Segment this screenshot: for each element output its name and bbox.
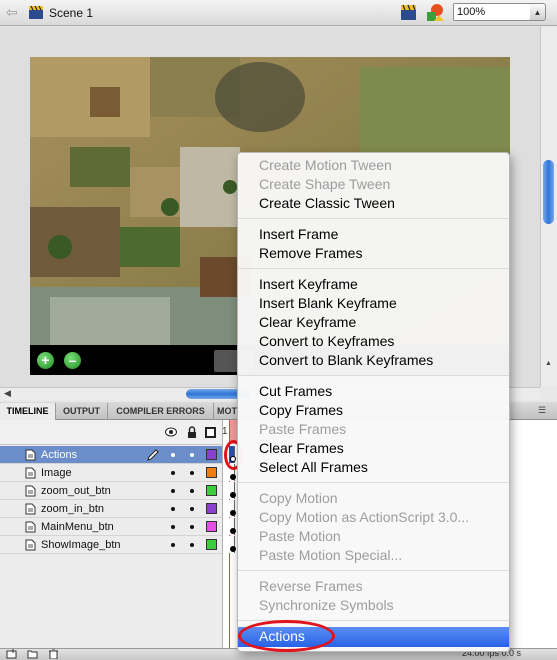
scroll-up-arrow-icon[interactable]: ▲ <box>543 360 554 370</box>
menu-item-paste-frames: Paste Frames <box>259 421 347 437</box>
menu-item-cut-frames[interactable]: Cut Frames <box>259 382 332 401</box>
visibility-dot[interactable] <box>171 543 175 547</box>
layer-name: ShowImage_btn <box>41 539 121 551</box>
menu-item-remove-frames[interactable]: Remove Frames <box>259 244 362 263</box>
layer-icon <box>25 521 36 533</box>
layer-row[interactable]: zoom_out_btn <box>0 482 222 500</box>
menu-item-insert-frame[interactable]: Insert Frame <box>259 225 338 244</box>
menu-item-copy-motion: Copy Motion <box>259 490 338 506</box>
layer-row[interactable]: Image <box>0 464 222 482</box>
zoom-in-button[interactable]: + <box>37 352 54 369</box>
menu-separator <box>238 570 509 571</box>
menu-item-paste-motion: Paste Motion <box>259 528 341 544</box>
keyframe-show-image[interactable] <box>229 536 236 553</box>
keyframe-zoom-out[interactable] <box>229 482 236 499</box>
layer-name: MainMenu_btn <box>41 521 114 533</box>
menu-item-clear-keyframe[interactable]: Clear Keyframe <box>259 313 356 332</box>
menu-item-convert-to-keyframes[interactable]: Convert to Keyframes <box>259 332 394 351</box>
menu-item-clear-frames[interactable]: Clear Frames <box>259 439 344 458</box>
trash-icon[interactable] <box>48 649 59 659</box>
pencil-icon <box>147 449 159 461</box>
zoom-level-input[interactable]: 100% <box>453 3 531 21</box>
vertical-scroll-thumb[interactable] <box>543 160 554 224</box>
layer-row[interactable]: ShowImage_btn <box>0 536 222 554</box>
menu-item-create-shape-tween: Create Shape Tween <box>259 176 391 192</box>
layer-outline-color[interactable] <box>206 521 217 532</box>
menu-item-select-all-frames[interactable]: Select All Frames <box>259 458 368 477</box>
layer-icon <box>25 467 36 479</box>
menu-item-paste-motion-special: Paste Motion Special... <box>259 547 403 563</box>
menu-separator <box>238 218 509 219</box>
menu-item-copy-frames[interactable]: Copy Frames <box>259 401 343 420</box>
layer-row[interactable]: Actions <box>0 446 222 464</box>
menu-item-create-classic-tween[interactable]: Create Classic Tween <box>259 194 395 213</box>
zoom-dropdown-button[interactable]: ▲ <box>530 3 546 21</box>
menu-separator <box>238 375 509 376</box>
lock-dot[interactable] <box>190 471 194 475</box>
layer-outline-color[interactable] <box>206 485 217 496</box>
menu-item-convert-to-blank-keyframes[interactable]: Convert to Blank Keyframes <box>259 351 433 370</box>
layer-icon <box>25 485 36 497</box>
layer-icon <box>25 503 36 515</box>
lock-dot[interactable] <box>190 525 194 529</box>
edit-symbols-icon[interactable] <box>425 3 445 22</box>
layer-name: Image <box>41 467 72 479</box>
clapperboard-icon <box>29 5 43 19</box>
keyframe-main-menu[interactable] <box>229 518 236 535</box>
layer-outline-color[interactable] <box>206 539 217 550</box>
layer-row[interactable]: MainMenu_btn <box>0 518 222 536</box>
show-hide-all-eye-icon[interactable] <box>165 427 177 437</box>
menu-item-insert-keyframe[interactable]: Insert Keyframe <box>259 275 358 294</box>
menu-separator <box>238 482 509 483</box>
lock-dot[interactable] <box>190 453 194 457</box>
annotation-circle-actions <box>238 620 335 652</box>
lock-dot[interactable] <box>190 489 194 493</box>
zoom-out-button[interactable]: – <box>64 352 81 369</box>
menu-separator <box>238 268 509 269</box>
layer-icon <box>25 449 36 461</box>
keyframe-zoom-in[interactable] <box>229 500 236 517</box>
layer-name: Actions <box>41 449 78 461</box>
panel-menu-icon[interactable]: ☰ <box>538 405 554 417</box>
layer-outline-color[interactable] <box>206 467 217 478</box>
visibility-dot[interactable] <box>171 525 175 529</box>
menu-item-insert-blank-keyframe[interactable]: Insert Blank Keyframe <box>259 294 397 313</box>
menu-item-create-motion-tween: Create Motion Tween <box>259 157 392 173</box>
tab-output[interactable]: OUTPUT <box>56 403 108 420</box>
lock-dot[interactable] <box>190 543 194 547</box>
edit-scene-icon[interactable] <box>400 4 418 21</box>
lock-all-icon[interactable] <box>187 426 197 438</box>
new-folder-icon[interactable] <box>27 649 38 659</box>
layer-outline-color[interactable] <box>206 503 217 514</box>
tab-timeline[interactable]: TIMELINE <box>0 403 56 420</box>
back-arrow-icon[interactable]: ⇦ <box>6 5 20 19</box>
layer-outline-color[interactable] <box>206 449 217 460</box>
tab-compiler-errors[interactable]: COMPILER ERRORS <box>108 403 214 420</box>
frame-number: 1 <box>222 426 228 437</box>
layer-row[interactable]: zoom_in_btn <box>0 500 222 518</box>
visibility-dot[interactable] <box>171 471 175 475</box>
menu-item-reverse-frames: Reverse Frames <box>259 578 363 594</box>
layer-icon <box>25 539 36 551</box>
lock-dot[interactable] <box>190 507 194 511</box>
new-layer-icon[interactable] <box>6 649 17 659</box>
visibility-dot[interactable] <box>171 489 175 493</box>
visibility-dot[interactable] <box>171 453 175 457</box>
menu-item-copy-motion-as-actionscript-3-0: Copy Motion as ActionScript 3.0... <box>259 509 470 525</box>
layer-name: zoom_out_btn <box>41 485 111 497</box>
visibility-dot[interactable] <box>171 507 175 511</box>
scene-label: Scene 1 <box>49 6 94 20</box>
layer-name: zoom_in_btn <box>41 503 104 515</box>
menu-item-synchronize-symbols: Synchronize Symbols <box>259 597 394 613</box>
show-all-outlines-icon[interactable] <box>205 427 216 438</box>
scroll-left-arrow-icon[interactable]: ◀ <box>4 388 11 399</box>
